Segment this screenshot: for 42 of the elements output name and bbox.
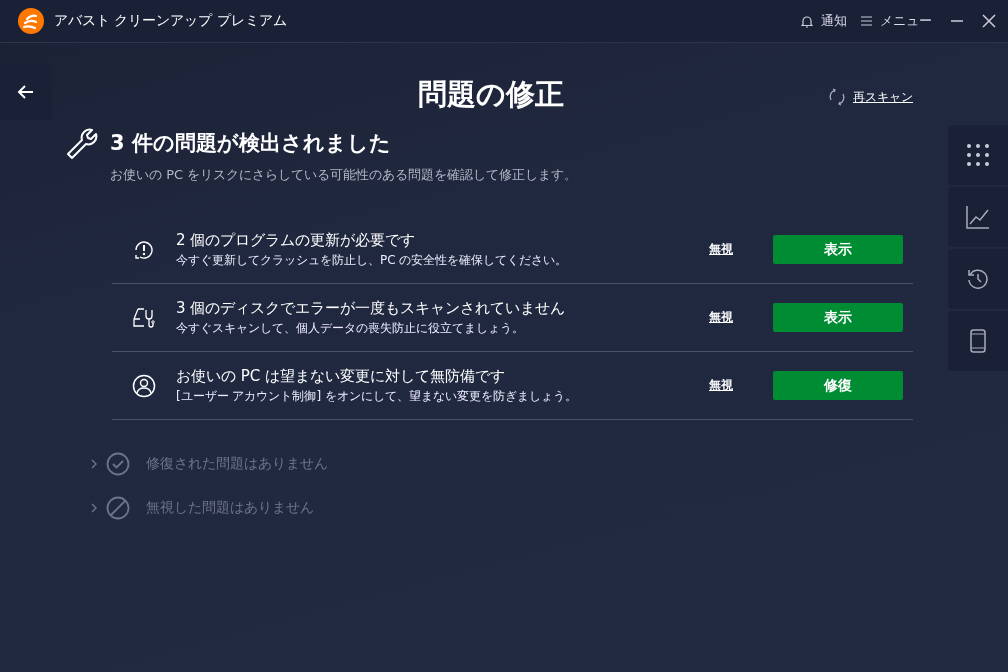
issue-description: [ユーザー アカウント制御] をオンにして、望まない変更を防ぎましょう。 [176,387,578,405]
close-icon [982,14,996,28]
issue-title: 2 個のプログラムの更新が必要です [176,230,417,250]
history-icon [966,267,990,291]
ignore-link[interactable]: 無視 [709,309,733,326]
prohibited-icon [106,496,130,520]
summary-heading: 3 件の問題が検出されました [110,130,391,157]
summary-description: お使いの PC をリスクにさらしている可能性のある問題を確認して修正します。 [110,166,579,184]
phone-icon [970,329,986,353]
page-title: 問題の修正 [416,76,565,113]
close-button[interactable] [982,14,996,28]
ignore-link[interactable]: 無視 [709,241,733,258]
issue-description: 今すぐ更新してクラッシュを防止し、PC の安全性を確保してください。 [176,251,569,269]
history-tab[interactable] [948,249,1008,309]
user-circle-icon [132,373,156,398]
app-logo-icon [18,8,44,34]
grid-tab[interactable] [948,125,1008,185]
wrench-icon [64,126,98,160]
issue-description: 今すぐスキャンして、個人データの喪失防止に役立てましょう。 [176,319,525,337]
menu-button[interactable]: メニュー [861,12,932,30]
action-button[interactable]: 表示 [773,235,903,264]
disk-stethoscope-icon [132,306,156,329]
window-title: アバスト クリーンアップ プレミアム [54,12,288,30]
alert-refresh-icon [132,238,156,261]
rescan-link[interactable]: 再スキャン [827,87,913,107]
ignore-link[interactable]: 無視 [709,377,733,394]
back-arrow-icon [17,83,35,101]
chart-tab[interactable] [948,187,1008,247]
chevron-icon[interactable] [90,459,98,469]
action-button[interactable]: 表示 [773,303,903,332]
check-circle-icon [106,452,130,476]
issue-title: お使いの PC は望まない変更に対して無防備です [176,366,507,386]
notifications-button[interactable]: 通知 [801,12,847,30]
refresh-icon [827,87,847,107]
chevron-icon[interactable] [90,503,98,513]
phone-tab[interactable] [948,311,1008,371]
line-chart-icon [966,205,990,229]
dot-grid-icon [966,143,990,167]
menu-icon [861,16,872,26]
issue-title: 3 個のディスクでエラーが一度もスキャンされていません [176,298,567,318]
bell-icon [801,14,813,28]
action-button[interactable]: 修復 [773,371,903,400]
